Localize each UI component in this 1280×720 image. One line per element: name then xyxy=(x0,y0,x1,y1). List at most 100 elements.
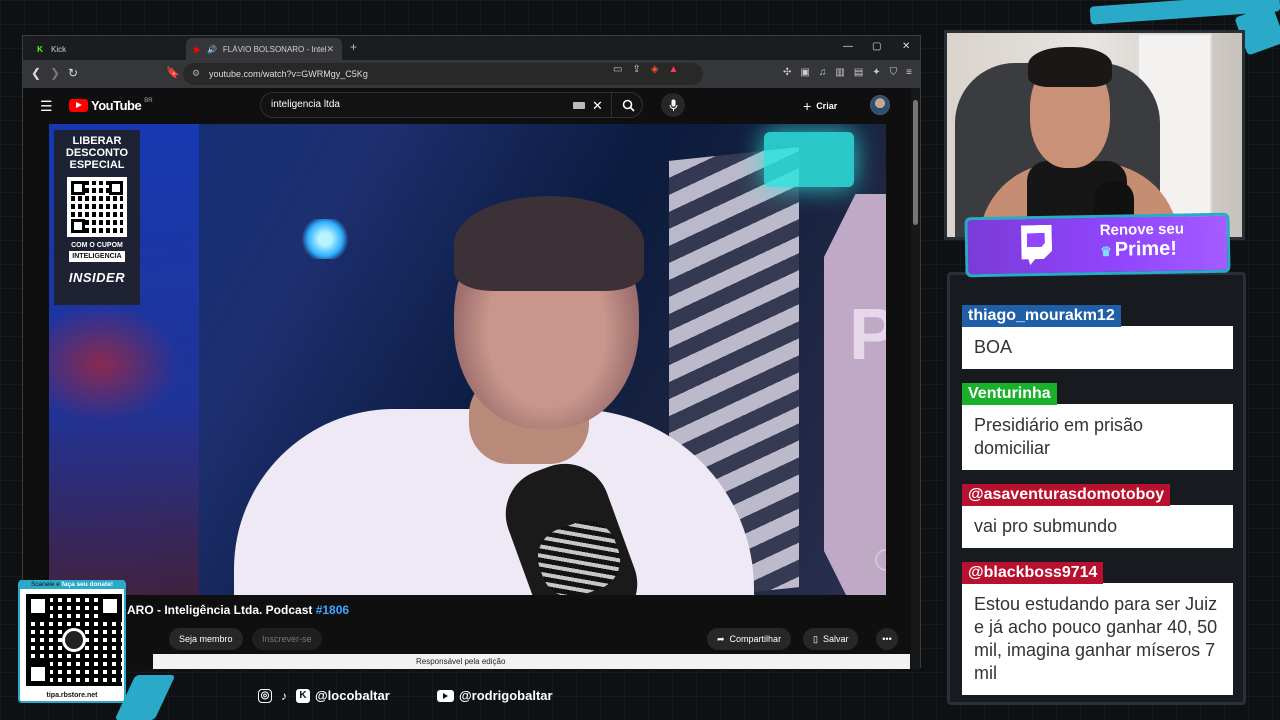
forward-button[interactable]: ❯ xyxy=(50,66,60,80)
leo-ai-icon[interactable]: ✦ xyxy=(872,67,880,78)
chat-message: Venturinha Presidiário em prisão domicil… xyxy=(962,383,1233,470)
scrollbar-thumb[interactable] xyxy=(913,100,918,225)
brave-rewards-icon[interactable]: ▲ xyxy=(669,64,679,75)
sidebar-icon[interactable]: ▥ xyxy=(835,67,844,78)
screenshot-icon[interactable]: ▣ xyxy=(800,67,809,78)
chat-username: @blackboss9714 xyxy=(962,562,1104,584)
maximize-button[interactable]: ▢ xyxy=(872,41,881,52)
tab-youtube[interactable]: ▶ 🔊 FLÁVIO BOLSONARO - Inteligência Ltda… xyxy=(186,38,342,60)
voice-search-button[interactable] xyxy=(661,93,685,117)
back-button[interactable]: ❮ xyxy=(31,66,41,80)
streamer-face-icon xyxy=(62,628,86,652)
share-label: Compartilhar xyxy=(729,634,782,644)
page-scrollbar[interactable] xyxy=(911,88,920,669)
wallet-icon[interactable]: ▤ xyxy=(854,67,863,78)
video-scene xyxy=(764,132,854,187)
vpn-icon[interactable]: ⛉ xyxy=(890,67,898,78)
subscribe-button[interactable]: Inscrever-se xyxy=(252,628,322,650)
search-input[interactable] xyxy=(271,99,551,110)
url-text: youtube.com/watch?v=GWRMgy_C5Kg xyxy=(209,69,368,79)
description-snippet: Responsável pela edição xyxy=(416,657,506,666)
clear-search-icon[interactable]: ✕ xyxy=(592,98,603,114)
social-handle: @rodrigobaltar xyxy=(459,688,553,703)
qr-finder xyxy=(98,594,122,618)
audio-playing-icon[interactable]: 🔊 xyxy=(207,44,217,54)
donation-qr-panel: Scaneie e faça seu donate! tipa.rbstore.… xyxy=(18,580,126,703)
chat-message: @asaventurasdomotoboy vai pro submundo xyxy=(962,484,1233,548)
url-bar-actions: ▭ ⇪ ◈ ▲ xyxy=(613,64,678,75)
video-actions: Seja membro Inscrever-se ➦ Compartilhar … xyxy=(23,628,913,650)
chat-text: BOA xyxy=(962,326,1233,369)
media-icon[interactable]: ♫ xyxy=(819,67,827,78)
browser-window: K Kick ▶ 🔊 FLÁVIO BOLSONARO - Inteligênc… xyxy=(22,35,921,669)
search-button[interactable] xyxy=(611,93,644,117)
guide-menu-icon[interactable]: ☰ xyxy=(40,98,53,115)
save-button[interactable]: ▯ Salvar xyxy=(803,628,859,650)
webcam-feed xyxy=(944,30,1245,240)
video-scene xyxy=(49,304,179,424)
create-button[interactable]: + Criar xyxy=(803,98,837,114)
extension-toolbar: ✣ ▣ ♫ ▥ ▤ ✦ ⛉ ≡ xyxy=(783,67,912,78)
microphone-icon xyxy=(669,99,677,111)
menu-icon[interactable]: ≡ xyxy=(906,67,912,78)
description-box[interactable]: Responsável pela edição xyxy=(153,654,910,669)
country-code: BR xyxy=(144,97,153,104)
chat-text: Presidiário em prisão domiciliar xyxy=(962,404,1233,470)
donation-url: tipa.rbstore.net xyxy=(46,692,98,699)
video-scene xyxy=(824,194,886,595)
video-player[interactable]: PA LIBERAR DESCONTO ESPECIAL COM O CUPOM… xyxy=(49,124,886,595)
site-info-icon[interactable]: ⚙ xyxy=(192,68,200,79)
address-bar: ❮ ❯ ↻ 🔖 ⚙ youtube.com/watch?v=GWRMgy_C5K… xyxy=(23,60,920,88)
close-window-button[interactable]: ✕ xyxy=(902,41,910,52)
new-tab-button[interactable]: + xyxy=(350,40,357,54)
create-label: Criar xyxy=(816,101,838,111)
join-button[interactable]: Seja membro xyxy=(169,628,243,650)
qr-finder xyxy=(71,219,85,233)
tab-title: Kick xyxy=(51,44,67,54)
chat-message: thiago_mourakm12 BOA xyxy=(962,305,1233,369)
tab-close-icon[interactable]: ✕ xyxy=(326,44,334,55)
youtube-header: ☰ YouTube BR ✕ + Criar xyxy=(23,88,913,124)
more-icon: ••• xyxy=(882,634,892,644)
prime-line-2: ♛ Prime! xyxy=(1100,238,1177,262)
qr-finder xyxy=(26,662,50,686)
chat-panel: thiago_mourakm12 BOA Venturinha Presidiá… xyxy=(947,272,1246,705)
social-handle: @locobaltar xyxy=(315,688,390,703)
plus-icon: + xyxy=(803,98,812,114)
video-hashtag[interactable]: #1806 xyxy=(316,603,349,617)
tab-kick[interactable]: K Kick xyxy=(27,38,183,60)
youtube-logo[interactable]: YouTube BR xyxy=(69,98,153,113)
share-button[interactable]: ➦ Compartilhar xyxy=(707,628,792,650)
video-sign-text: PA xyxy=(849,295,886,375)
twitch-prime-banner: Renove seu ♛ Prime! xyxy=(964,212,1231,278)
youtube-wordmark: YouTube xyxy=(91,98,142,113)
reload-button[interactable]: ↻ xyxy=(68,66,78,80)
promo-coupon-label: COM O CUPOM xyxy=(71,242,123,249)
save-label: Salvar xyxy=(822,634,849,644)
cast-icon[interactable]: ▭ xyxy=(613,64,622,75)
more-actions-button[interactable]: ••• xyxy=(876,628,898,650)
brave-shield-icon[interactable]: ◈ xyxy=(651,64,659,75)
keyboard-icon[interactable] xyxy=(573,102,585,109)
chat-text: vai pro submundo xyxy=(962,505,1233,548)
prime-line-1: Renove seu xyxy=(1099,220,1185,239)
extension-puzzle-icon[interactable]: ✣ xyxy=(783,67,791,78)
webcam-scene xyxy=(1028,47,1112,87)
instagram-icon: ◎ xyxy=(258,688,272,703)
minimize-button[interactable]: — xyxy=(843,41,853,52)
youtube-favicon-icon: ▶ xyxy=(194,44,201,54)
save-icon: ▯ xyxy=(813,633,818,644)
chat-username: @asaventurasdomotoboy xyxy=(962,484,1171,506)
share-page-icon[interactable]: ⇪ xyxy=(632,64,640,75)
bookmark-icon[interactable]: 🔖 xyxy=(166,66,180,79)
chat-text: Estou estudando para ser Juiz e já acho … xyxy=(962,583,1233,695)
promo-coupon-code: INTELIGENCIA xyxy=(69,251,125,262)
promo-qr-code xyxy=(67,177,127,237)
donation-label: Scaneie e faça seu donate! xyxy=(20,580,124,589)
chat-username: thiago_mourakm12 xyxy=(962,305,1121,327)
video-scene xyxy=(301,219,349,259)
share-icon: ➦ xyxy=(717,633,725,644)
chat-message: @blackboss9714 Estou estudando para ser … xyxy=(962,562,1233,695)
account-avatar[interactable] xyxy=(870,95,890,115)
video-title: ARO - Inteligência Ltda. Podcast #1806 xyxy=(127,603,349,617)
